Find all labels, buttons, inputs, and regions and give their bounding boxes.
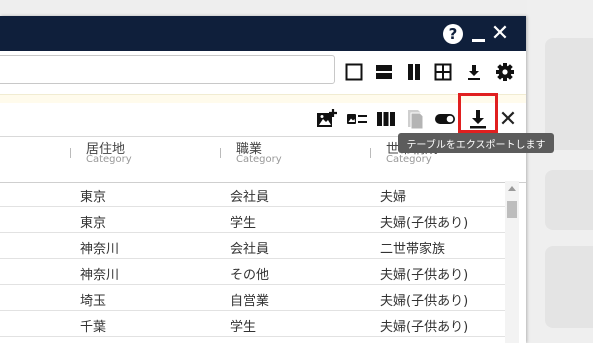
add-image-icon[interactable] (316, 108, 338, 130)
column-separator (70, 148, 71, 158)
occupation-cell: 学生 (230, 320, 257, 335)
table-row[interactable]: 神奈川 会社員 二世帯家族 (0, 233, 505, 259)
columns-icon[interactable] (375, 108, 397, 130)
horizontal-split-icon[interactable] (373, 61, 395, 83)
household-cell: 夫婦(子供あり) (380, 268, 469, 283)
image-list-icon[interactable] (346, 108, 368, 130)
occupation-cell: 会社員 (230, 190, 270, 205)
residence-cell: 東京 (80, 216, 107, 231)
grid-view-icon[interactable] (432, 61, 454, 83)
scroll-up-arrow-icon[interactable] (508, 186, 516, 191)
household-cell: 二世帯家族 (380, 242, 446, 257)
column-separator (220, 148, 221, 158)
vertical-split-icon[interactable] (403, 61, 425, 83)
table-row[interactable]: 千葉 学生 夫婦(子供あり) (0, 311, 505, 337)
table-body: 東京 会社員 夫婦 東京 学生 夫婦(子供あり) 神奈川 会社員 二世帯家族 神… (0, 181, 505, 337)
table-row[interactable]: 神奈川 その他 夫婦(子供あり) (0, 259, 505, 285)
residence-cell: 東京 (80, 190, 107, 205)
close-icon[interactable]: ✕ (497, 107, 519, 132)
table-toolbar: ✕ (0, 103, 526, 136)
household-cell: 夫婦(子供あり) (380, 320, 469, 335)
title-bar: ? ✕ (0, 16, 526, 51)
settings-gear-icon[interactable] (494, 61, 516, 83)
single-view-icon[interactable] (343, 61, 365, 83)
help-symbol: ? (443, 23, 463, 44)
occupation-cell: その他 (230, 268, 270, 283)
residence-cell: 神奈川 (80, 268, 120, 283)
household-cell: 夫婦(子供あり) (380, 294, 469, 309)
household-cell: 夫婦 (380, 190, 407, 205)
table-row[interactable]: 東京 学生 夫婦(子供あり) (0, 207, 505, 233)
export-button-highlight (458, 93, 498, 133)
background-card (545, 170, 593, 230)
occupation-cell: 自営業 (230, 294, 270, 309)
residence-cell: 神奈川 (80, 242, 120, 257)
close-window-icon[interactable]: ✕ (490, 16, 510, 51)
residence-cell: 埼玉 (80, 294, 107, 309)
export-tooltip: テーブルをエクスポートします (398, 133, 554, 153)
occupation-cell: 学生 (230, 216, 257, 231)
table-row[interactable]: 埼玉 自営業 夫婦(子供あり) (0, 285, 505, 311)
vertical-scrollbar[interactable] (505, 181, 519, 343)
residence-cell: 千葉 (80, 320, 107, 335)
column-type: Category (236, 154, 282, 165)
toggle-icon[interactable] (434, 108, 456, 130)
scroll-thumb[interactable] (507, 201, 517, 218)
help-icon[interactable]: ? (442, 16, 464, 51)
table-row[interactable]: 東京 会社員 夫婦 (0, 181, 505, 207)
top-toolbar (0, 51, 526, 94)
data-table-window: ? ✕ ✕ 居住地 Category 職業 Category Category … (0, 16, 526, 343)
minimize-icon[interactable] (468, 16, 488, 51)
column-type: Category (86, 154, 132, 165)
column-separator (370, 148, 371, 158)
household-cell: 夫婦(子供あり) (380, 216, 469, 231)
occupation-cell: 会社員 (230, 242, 270, 257)
background-card (545, 246, 593, 328)
download-icon[interactable] (463, 61, 485, 83)
search-input[interactable] (0, 55, 335, 84)
copy-icon[interactable] (404, 108, 426, 130)
column-type: Category (386, 154, 432, 165)
